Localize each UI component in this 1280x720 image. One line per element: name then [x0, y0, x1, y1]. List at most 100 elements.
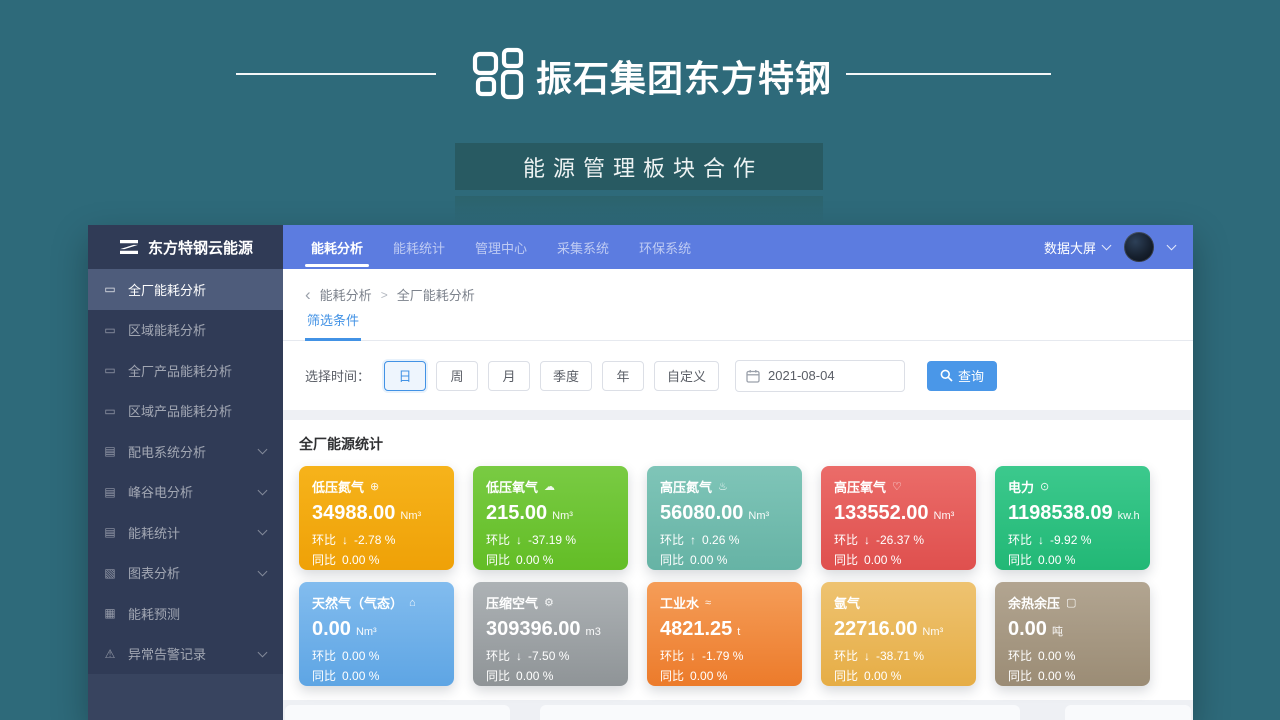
sidebar-item-2[interactable]: ▭ 区域能耗分析 [88, 310, 283, 351]
query-button[interactable]: 查询 [927, 361, 997, 391]
mom-value: 0.00 % [1038, 649, 1075, 663]
query-button-label: 查询 [958, 366, 984, 385]
energy-card: 低压氧气 ☁ 215.00 Nm³ 环比 ↓ -37.19 % 同比 0.00 … [473, 466, 628, 570]
card-value: 0.00 [1008, 618, 1047, 640]
nav-tab-1[interactable]: 能耗分析 [305, 225, 369, 269]
breadcrumb: ‹ 能耗分析 > 全厂能耗分析 [283, 269, 1193, 304]
mom-label: 环比 [312, 647, 336, 664]
sidebar-item-label: 配电系统分析 [128, 442, 249, 461]
sidebar-item-label: 区域能耗分析 [128, 320, 249, 339]
upcoming-section-hint [1065, 705, 1191, 720]
sidebar-item-5[interactable]: ▤ 配电系统分析 [88, 431, 283, 472]
chevron-down-icon [258, 445, 268, 455]
power-icon: ⊙ [1040, 480, 1049, 493]
time-range-option[interactable]: 自定义 [654, 361, 719, 391]
sidebar-item-8[interactable]: ▧ 图表分析 [88, 553, 283, 594]
monitor-icon: ▭ [102, 363, 118, 377]
mom-value: 0.00 % [342, 649, 379, 663]
nav-tab-3[interactable]: 管理中心 [469, 225, 533, 269]
card-title: 天然气（气态） [312, 593, 403, 612]
sidebar: 东方特钢云能源 ▭ 全厂能耗分析 ▭ 区域能耗分析 ▭ 全厂产品能耗分析 ▭ 区… [88, 225, 283, 720]
sidebar-item-10[interactable]: ⚠ 异常告警记录 [88, 634, 283, 675]
card-value: 56080.00 [660, 502, 743, 524]
energy-stats-panel: 全厂能源统计 低压氮气 ⊕ 34988.00 Nm³ 环比 ↓ -2.78 % … [283, 420, 1193, 700]
mom-label: 环比 [1008, 647, 1032, 664]
yoy-label: 同比 [312, 551, 336, 568]
sidebar-item-1[interactable]: ▭ 全厂能耗分析 [88, 269, 283, 310]
time-range-option[interactable]: 月 [488, 361, 530, 391]
time-range-option[interactable]: 年 [602, 361, 644, 391]
card-value-row: 1198538.09 kw.h [1008, 502, 1137, 524]
energy-card: 氩气 22716.00 Nm³ 环比 ↓ -38.71 % 同比 0.00 % [821, 582, 976, 686]
alert-icon: ⚠ [102, 647, 118, 661]
card-header: 低压氧气 ☁ [486, 477, 615, 496]
back-arrow-icon[interactable]: ‹ [305, 288, 311, 301]
nitrogen-icon: ⊕ [370, 480, 379, 493]
time-range-option[interactable]: 季度 [540, 361, 592, 391]
card-unit: Nm³ [552, 510, 573, 522]
date-picker-input[interactable]: 2021-08-04 [735, 360, 905, 392]
forecast-icon: ▦ [102, 606, 118, 620]
trend-arrow-icon: ↓ [516, 533, 522, 547]
tab-filter-conditions[interactable]: 筛选条件 [305, 310, 361, 341]
yoy-row: 同比 0.00 % [312, 667, 441, 684]
trend-arrow-icon: ↓ [864, 649, 870, 663]
sidebar-item-4[interactable]: ▭ 区域产品能耗分析 [88, 391, 283, 432]
breadcrumb-band: ‹ 能耗分析 > 全厂能耗分析 筛选条件 [283, 269, 1193, 341]
card-header: 高压氧气 ♡ [834, 477, 963, 496]
nav-tab-5[interactable]: 环保系统 [633, 225, 697, 269]
banner-reflection [455, 196, 823, 223]
mom-value: -9.92 % [1050, 533, 1091, 547]
monitor-icon: ▭ [102, 282, 118, 296]
sidebar-item-7[interactable]: ▤ 能耗统计 [88, 512, 283, 553]
trend-arrow-icon: ↓ [342, 533, 348, 547]
mom-row: 环比 0.00 % [1008, 647, 1137, 664]
mom-label: 环比 [834, 647, 858, 664]
trend-arrow-icon: ↓ [690, 649, 696, 663]
mom-row: 环比 ↓ -1.79 % [660, 647, 789, 664]
time-range-option[interactable]: 周 [436, 361, 478, 391]
sidebar-item-3[interactable]: ▭ 全厂产品能耗分析 [88, 350, 283, 391]
card-title: 低压氧气 [486, 477, 538, 496]
user-menu-chevron-icon[interactable] [1167, 241, 1177, 251]
nav-tab-4[interactable]: 采集系统 [551, 225, 615, 269]
sidebar-item-9[interactable]: ▦ 能耗预测 [88, 593, 283, 634]
yoy-label: 同比 [486, 667, 510, 684]
app-logo-icon [118, 239, 140, 255]
sidebar-menu: ▭ 全厂能耗分析 ▭ 区域能耗分析 ▭ 全厂产品能耗分析 ▭ 区域产品能耗分析 … [88, 269, 283, 674]
chart-icon: ▧ [102, 566, 118, 580]
card-unit: Nm³ [934, 510, 955, 522]
card-header: 高压氮气 ♨ [660, 477, 789, 496]
trend-arrow-icon: ↓ [516, 649, 522, 663]
oxygen-icon: ♡ [892, 480, 902, 493]
mom-row: 环比 ↓ -26.37 % [834, 531, 963, 548]
section-banner-label: 能源管理板块合作 [523, 151, 763, 183]
mom-row: 环比 ↓ -7.50 % [486, 647, 615, 664]
yoy-label: 同比 [1008, 551, 1032, 568]
breadcrumb-separator: > [381, 288, 388, 302]
sidebar-item-6[interactable]: ▤ 峰谷电分析 [88, 472, 283, 513]
nav-tab-2[interactable]: 能耗统计 [387, 225, 451, 269]
upcoming-section-hint [540, 705, 1020, 720]
energy-card: 高压氧气 ♡ 133552.00 Nm³ 环比 ↓ -26.37 % 同比 0.… [821, 466, 976, 570]
breadcrumb-item-parent[interactable]: 能耗分析 [320, 285, 372, 304]
oxygen-icon: ☁ [544, 480, 555, 493]
yoy-row: 同比 0.00 % [312, 551, 441, 568]
card-title: 工业水 [660, 593, 699, 612]
user-avatar[interactable] [1124, 232, 1154, 262]
mom-row: 环比 ↓ -9.92 % [1008, 531, 1137, 548]
time-range-option[interactable]: 日 [384, 361, 426, 391]
cards-row-1: 低压氮气 ⊕ 34988.00 Nm³ 环比 ↓ -2.78 % 同比 0.00… [299, 466, 1177, 570]
mom-value: -1.79 % [702, 649, 743, 663]
yoy-row: 同比 0.00 % [486, 551, 615, 568]
card-header: 氩气 [834, 593, 963, 612]
dashboard-window: 东方特钢云能源 ▭ 全厂能耗分析 ▭ 区域能耗分析 ▭ 全厂产品能耗分析 ▭ 区… [88, 225, 1193, 720]
card-value-row: 309396.00 m3 [486, 618, 615, 640]
yoy-value: 0.00 % [1038, 553, 1075, 567]
data-screen-link[interactable]: 数据大屏 [1044, 238, 1110, 257]
card-value: 34988.00 [312, 502, 395, 524]
card-unit: t [737, 626, 740, 638]
sidebar-footer [88, 674, 283, 720]
chevron-down-icon [1102, 241, 1112, 251]
yoy-value: 0.00 % [690, 553, 727, 567]
